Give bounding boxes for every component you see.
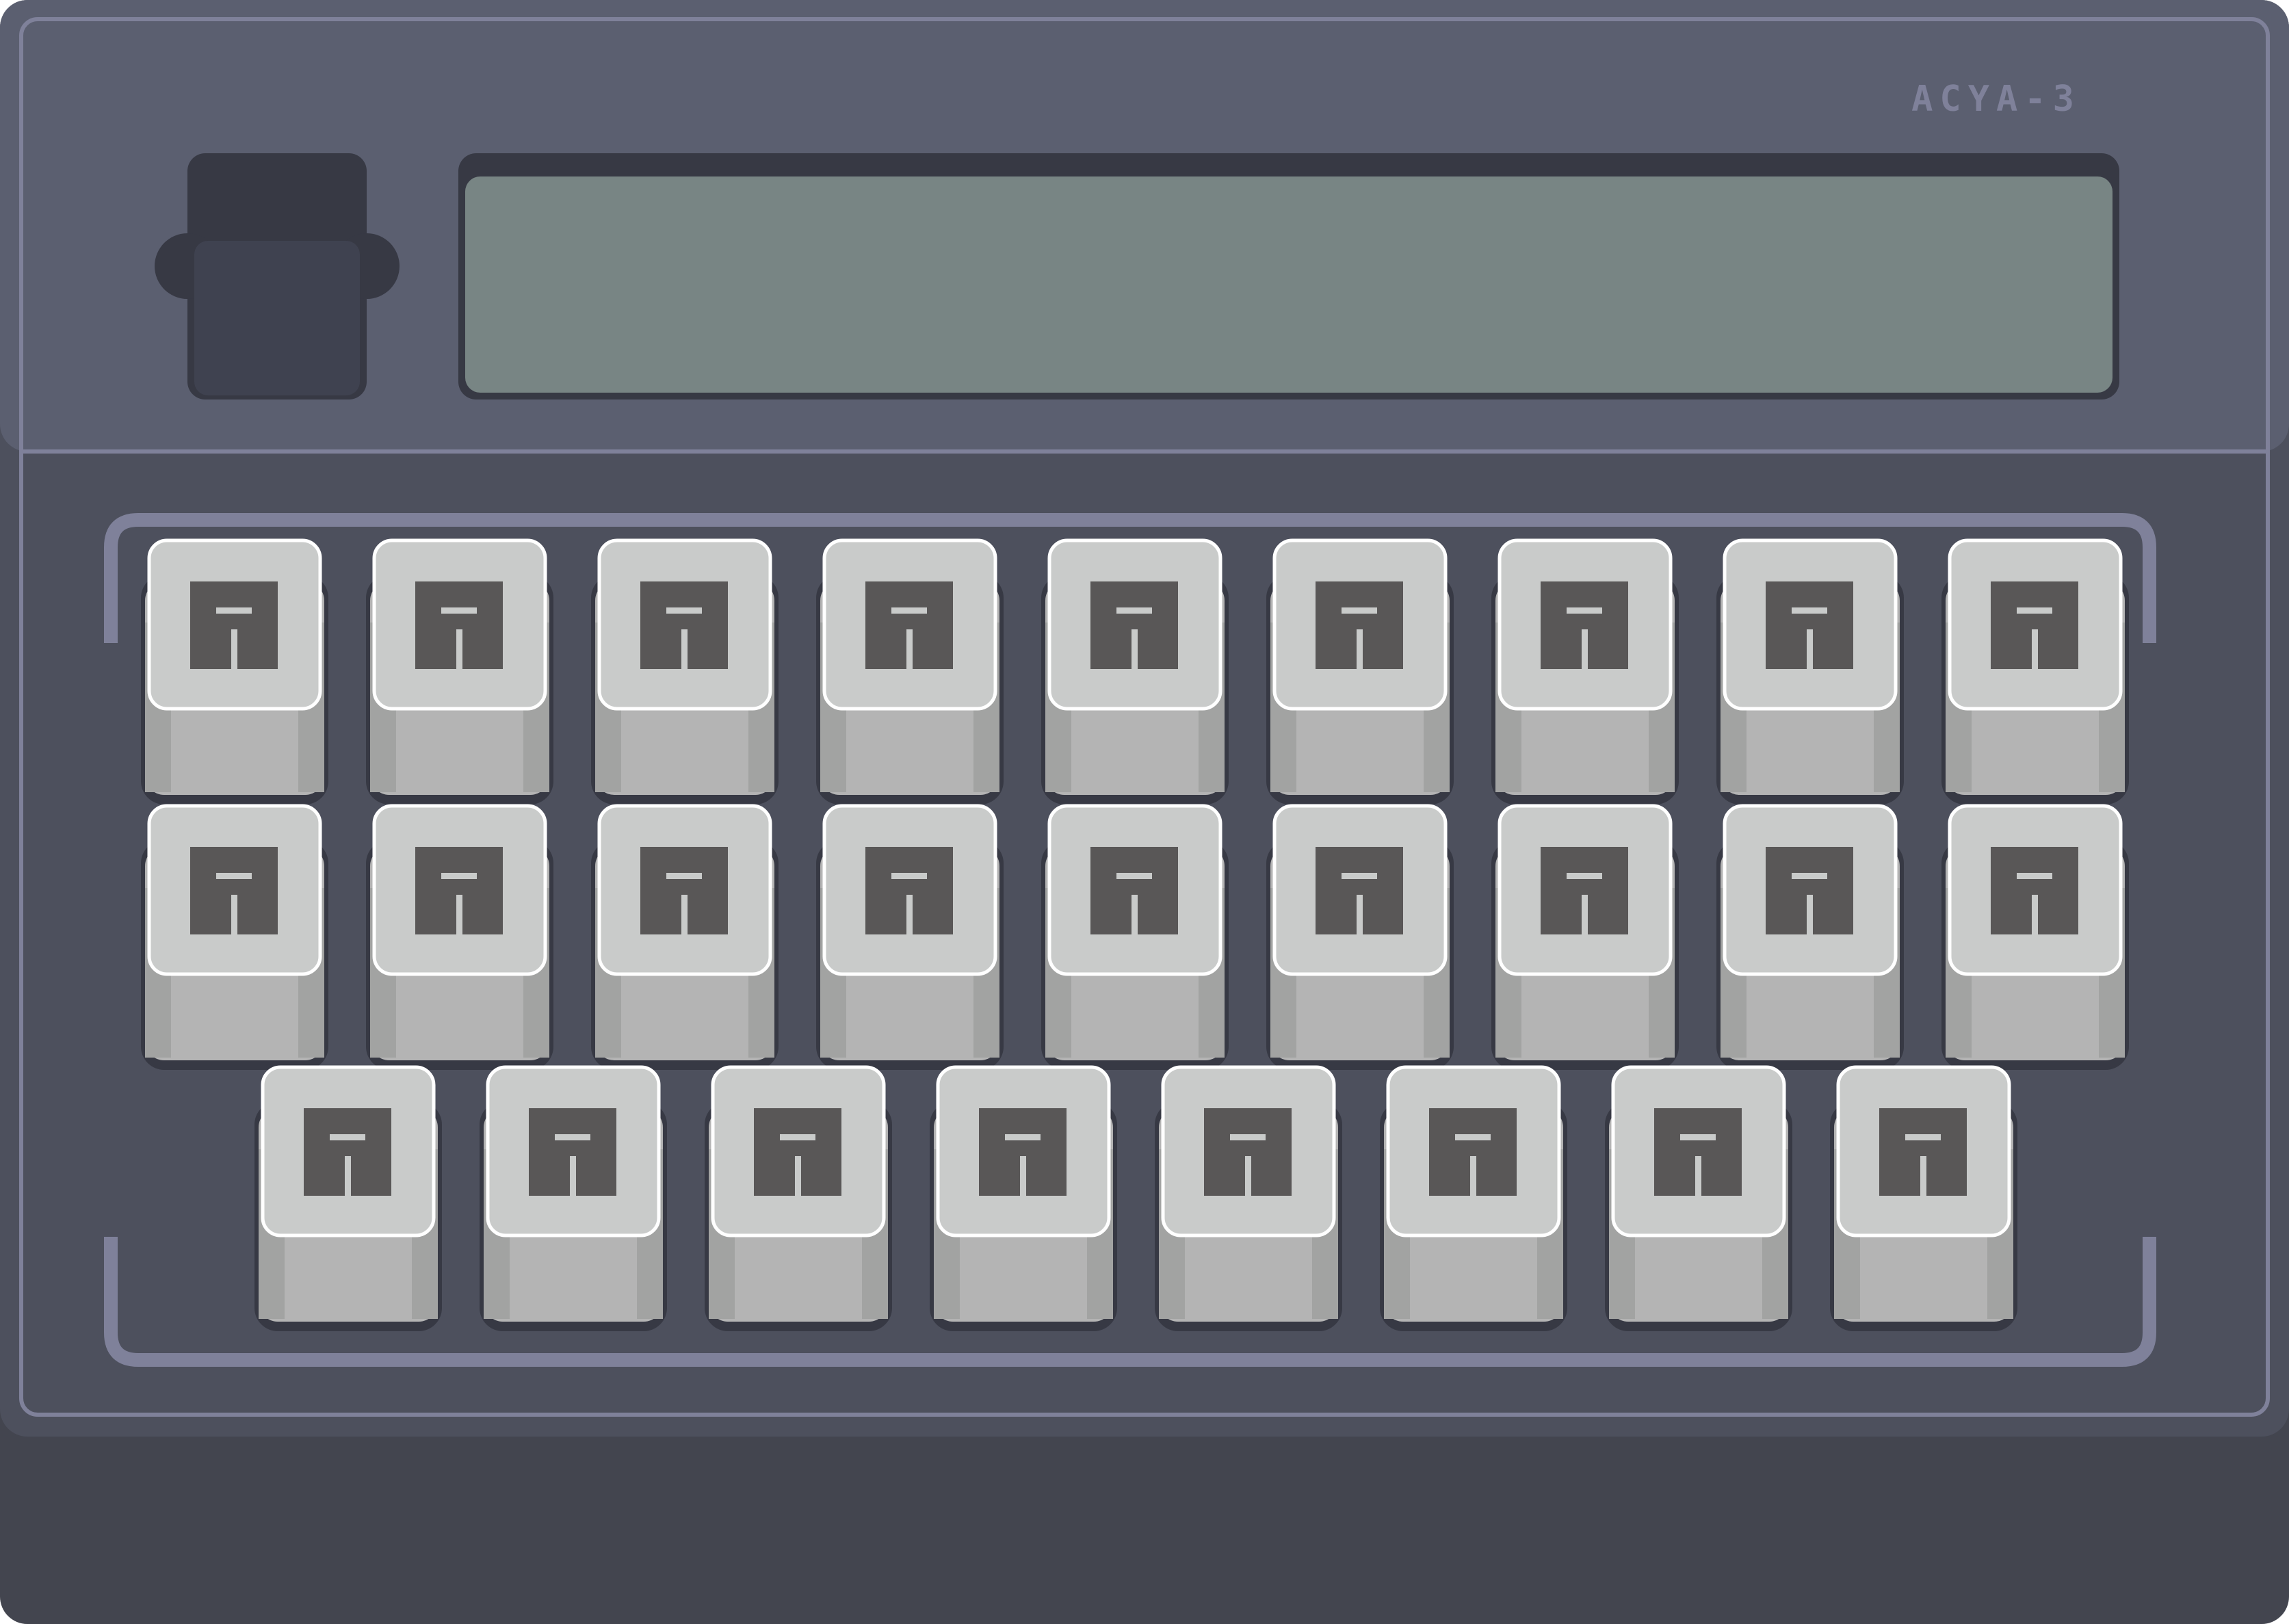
key-r2-1[interactable] <box>141 804 328 1070</box>
handheld-device: ACYA-3 <box>0 0 2289 1624</box>
key-r3-8[interactable] <box>1830 1065 2017 1331</box>
key-r2-3[interactable] <box>591 804 779 1070</box>
alien-glyph-icon <box>1879 1108 1967 1196</box>
key-r2-4[interactable] <box>816 804 1004 1070</box>
key-r1-6[interactable] <box>1266 538 1454 804</box>
alien-glyph-icon <box>1654 1108 1742 1196</box>
alien-glyph-icon <box>415 581 503 669</box>
alien-glyph-icon <box>190 847 278 934</box>
key-r2-5[interactable] <box>1041 804 1229 1070</box>
key-r1-3[interactable] <box>591 538 779 804</box>
svg-text:ACYA-3: ACYA-3 <box>1911 79 2081 120</box>
alien-glyph-icon <box>1316 847 1403 934</box>
alien-glyph-icon <box>1090 581 1178 669</box>
alien-glyph-icon <box>865 581 953 669</box>
key-r2-6[interactable] <box>1266 804 1454 1070</box>
alien-glyph-icon <box>1991 847 2078 934</box>
key-r1-5[interactable] <box>1041 538 1229 804</box>
key-r3-5[interactable] <box>1155 1065 1342 1331</box>
key-r1-4[interactable] <box>816 538 1004 804</box>
alien-glyph-icon <box>1766 581 1853 669</box>
key-r3-7[interactable] <box>1605 1065 1792 1331</box>
alien-glyph-icon <box>979 1108 1067 1196</box>
alien-glyph-icon <box>1429 1108 1517 1196</box>
alien-glyph-icon <box>1541 581 1628 669</box>
cartridge-slot[interactable] <box>155 153 400 400</box>
alien-glyph-icon <box>640 581 728 669</box>
alien-glyph-icon <box>1541 847 1628 934</box>
key-r1-9[interactable] <box>1941 538 2129 804</box>
alien-glyph-icon <box>1991 581 2078 669</box>
key-r2-8[interactable] <box>1716 804 1904 1070</box>
alien-glyph-icon <box>1204 1108 1292 1196</box>
key-r3-2[interactable] <box>480 1065 667 1331</box>
alien-glyph-icon <box>1766 847 1853 934</box>
key-r2-2[interactable] <box>366 804 553 1070</box>
key-r1-8[interactable] <box>1716 538 1904 804</box>
key-r1-7[interactable] <box>1491 538 1679 804</box>
key-r2-7[interactable] <box>1491 804 1679 1070</box>
display-screen <box>458 153 2119 400</box>
alien-glyph-icon <box>865 847 953 934</box>
cartridge-slot-insert <box>194 241 360 395</box>
alien-glyph-icon <box>754 1108 841 1196</box>
key-r3-6[interactable] <box>1380 1065 1567 1331</box>
alien-glyph-icon <box>415 847 503 934</box>
key-r3-4[interactable] <box>930 1065 1117 1331</box>
key-r3-1[interactable] <box>254 1065 442 1331</box>
key-r1-2[interactable] <box>366 538 553 804</box>
key-r1-1[interactable] <box>141 538 328 804</box>
alien-glyph-icon <box>1316 581 1403 669</box>
alien-glyph-icon <box>304 1108 391 1196</box>
alien-glyph-icon <box>1090 847 1178 934</box>
alien-glyph-icon <box>190 581 278 669</box>
alien-glyph-icon <box>640 847 728 934</box>
alien-glyph-icon <box>529 1108 616 1196</box>
key-r3-3[interactable] <box>705 1065 892 1331</box>
brand-logo: ACYA-3 <box>1911 79 2081 120</box>
key-r2-9[interactable] <box>1941 804 2129 1070</box>
